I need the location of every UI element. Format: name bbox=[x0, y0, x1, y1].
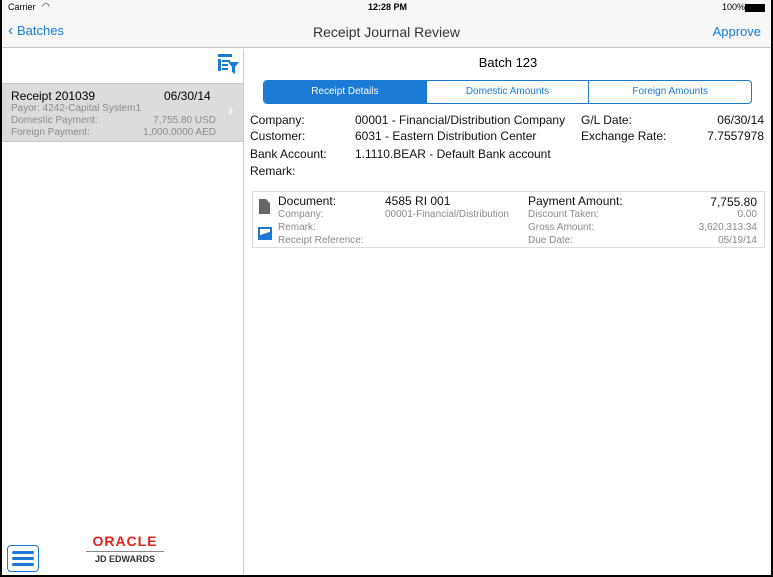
screen: Carrier ◠ 12:28 PM 100% ‹ Batches Receip… bbox=[2, 0, 771, 575]
exchange-rate-label: Exchange Rate: bbox=[581, 129, 667, 143]
due-date-label: Due Date: bbox=[528, 235, 574, 246]
wifi-icon: ◠ bbox=[42, 1, 50, 11]
batch-title: Batch 123 bbox=[478, 55, 538, 70]
page-title: Receipt Journal Review bbox=[312, 24, 461, 40]
gross-value: 3,620,313.34 bbox=[698, 222, 757, 233]
discount-label: Discount Taken: bbox=[528, 209, 599, 220]
company-label: Company: bbox=[250, 113, 305, 127]
list-item[interactable]: Receipt 201039 06/30/14 Payor: 4242-Capi… bbox=[2, 83, 243, 142]
receipt-title: Receipt 201039 bbox=[11, 89, 96, 103]
battery-icon bbox=[745, 4, 765, 12]
battery-percent: 100% bbox=[722, 2, 746, 12]
segmented-tabs: Receipt Details Domestic Amounts Foreign… bbox=[263, 80, 752, 104]
logo-product: JD EDWARDS bbox=[94, 554, 155, 564]
status-bar: Carrier ◠ 12:28 PM 100% bbox=[2, 0, 771, 15]
filter-icon[interactable] bbox=[216, 53, 240, 75]
gl-date-value: 06/30/14 bbox=[717, 113, 764, 127]
bank-value: 1.1110.BEAR - Default Bank account bbox=[355, 147, 551, 161]
customer-label: Customer: bbox=[250, 129, 306, 143]
chevron-right-icon: › bbox=[228, 102, 234, 119]
due-date-value: 05/19/14 bbox=[718, 235, 757, 246]
doc-company-label: Company: bbox=[278, 209, 324, 220]
gross-label: Gross Amount: bbox=[528, 222, 595, 233]
domestic-value: 7,755.80 USD bbox=[153, 115, 216, 126]
document-icon bbox=[259, 199, 270, 214]
receipt-reference-label: Receipt Reference: bbox=[278, 235, 364, 246]
hamburger-icon bbox=[12, 551, 34, 566]
image-icon[interactable] bbox=[258, 227, 272, 240]
company-value: 00001 - Financial/Distribution Company bbox=[355, 113, 566, 127]
foreign-value: 1,000.0000 AED bbox=[143, 127, 216, 138]
gl-date-label: G/L Date: bbox=[581, 113, 632, 127]
clock: 12:28 PM bbox=[368, 2, 408, 12]
doc-label: Document: bbox=[278, 194, 337, 208]
receipt-list-panel: Receipt 201039 06/30/14 Payor: 4242-Capi… bbox=[2, 49, 244, 575]
doc-company-value: 00001-Financial/Distribution bbox=[385, 209, 509, 220]
tab-domestic-amounts[interactable]: Domestic Amounts bbox=[425, 81, 589, 103]
approve-button[interactable]: Approve bbox=[713, 24, 761, 39]
foreign-label: Foreign Payment: bbox=[11, 127, 90, 138]
customer-value: 6031 - Eastern Distribution Center bbox=[355, 129, 537, 143]
tab-receipt-details[interactable]: Receipt Details bbox=[264, 81, 426, 103]
remark-label: Remark: bbox=[250, 164, 296, 178]
nav-bar: ‹ Batches Receipt Journal Review Approve bbox=[2, 15, 771, 48]
exchange-rate-value: 7.7557978 bbox=[707, 129, 764, 143]
document-card[interactable]: Document: 4585 RI 001 Company: 00001-Fin… bbox=[252, 191, 765, 248]
doc-remark-label: Remark: bbox=[278, 222, 316, 233]
payor: Payor: 4242-Capital System1 bbox=[11, 103, 142, 114]
oracle-jde-logo: ORACLE JD EDWARDS bbox=[86, 533, 164, 564]
tab-foreign-amounts[interactable]: Foreign Amounts bbox=[588, 81, 751, 103]
bank-label: Bank Account: bbox=[250, 147, 327, 161]
receipt-date: 06/30/14 bbox=[164, 89, 211, 103]
domestic-label: Domestic Payment: bbox=[11, 115, 98, 126]
menu-button[interactable] bbox=[7, 545, 39, 572]
payment-amount-label: Payment Amount: bbox=[528, 194, 623, 208]
doc-value: 4585 RI 001 bbox=[385, 194, 451, 208]
carrier: Carrier bbox=[8, 2, 36, 12]
discount-value: 0.00 bbox=[737, 209, 757, 220]
logo-brand: ORACLE bbox=[86, 533, 164, 552]
payment-amount-value: 7,755.80 bbox=[710, 195, 757, 209]
